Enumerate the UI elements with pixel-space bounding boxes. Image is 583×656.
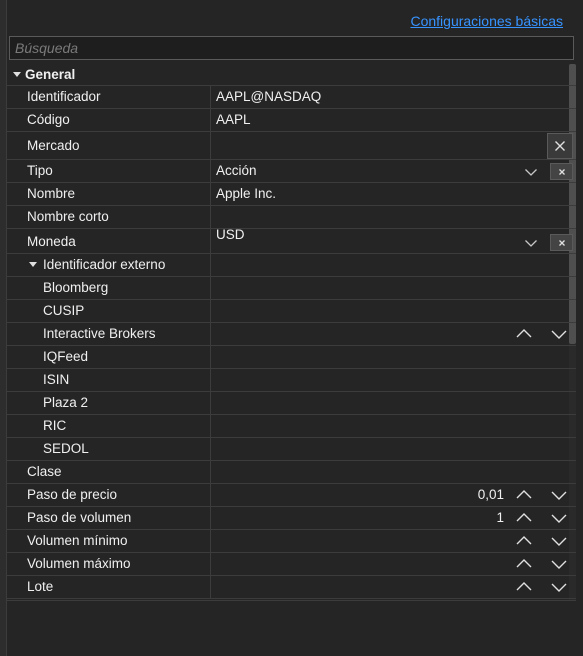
property-row-volumen-minimo[interactable]: Volumen mínimo [7, 530, 576, 553]
clear-button[interactable] [550, 163, 573, 180]
property-row-paso-volumen[interactable]: Paso de volumen 1 [7, 507, 576, 530]
clear-button[interactable] [550, 234, 573, 251]
decrement-button[interactable] [551, 488, 567, 502]
property-row-cusip[interactable]: CUSIP [7, 300, 576, 323]
category-label: General [25, 67, 76, 82]
property-row-moneda[interactable]: Moneda USD [7, 227, 576, 254]
price-step-value[interactable]: 0,01 [478, 484, 504, 506]
property-group-identificador-externo[interactable]: Identificador externo [7, 254, 576, 277]
property-row-tipo[interactable]: Tipo Acción [7, 160, 576, 183]
property-grid: General Identificador AAPL@NASDAQ Código… [7, 64, 576, 599]
decrement-button[interactable] [551, 534, 567, 548]
chevron-up-icon [516, 329, 532, 338]
chevron-up-icon [516, 582, 532, 591]
property-row-codigo[interactable]: Código AAPL [7, 109, 576, 132]
property-row-plaza2[interactable]: Plaza 2 [7, 392, 576, 415]
chevron-down-icon [551, 560, 567, 569]
property-label: Tipo [27, 163, 53, 178]
property-row-nombre[interactable]: Nombre Apple Inc. [7, 183, 576, 206]
property-label: Moneda [27, 234, 76, 249]
category-general[interactable]: General [7, 64, 576, 86]
chevron-down-icon[interactable] [524, 236, 538, 250]
top-bar: Configuraciones básicas [7, 0, 583, 36]
increment-button[interactable] [516, 488, 532, 502]
close-icon [555, 141, 565, 151]
property-label: Paso de volumen [27, 510, 132, 525]
chevron-up-icon [516, 536, 532, 545]
property-row-interactive-brokers[interactable]: Interactive Brokers [7, 323, 576, 346]
decrement-button[interactable] [551, 557, 567, 571]
chevron-down-icon [551, 537, 567, 546]
increment-button[interactable] [516, 327, 532, 341]
property-label: Plaza 2 [43, 395, 89, 410]
property-label: ISIN [43, 372, 70, 387]
property-label: IQFeed [43, 349, 89, 364]
property-label: Nombre [27, 186, 76, 201]
property-label: CUSIP [43, 303, 85, 318]
decrement-button[interactable] [551, 580, 567, 594]
property-value[interactable]: AAPL [216, 109, 251, 131]
property-value[interactable]: AAPL@NASDAQ [216, 86, 321, 108]
type-select-value[interactable]: Acción [216, 160, 257, 182]
grid-bottom-border [7, 600, 576, 601]
property-row-identificador[interactable]: Identificador AAPL@NASDAQ [7, 86, 576, 109]
increment-button[interactable] [516, 534, 532, 548]
property-row-mercado[interactable]: Mercado [7, 132, 576, 160]
property-row-nombre-corto[interactable]: Nombre corto [7, 206, 576, 229]
property-row-paso-precio[interactable]: Paso de precio 0,01 [7, 484, 576, 507]
chevron-down-icon [551, 583, 567, 592]
currency-select-value[interactable]: USD [216, 224, 245, 246]
property-label: Código [27, 112, 70, 127]
property-label: Lote [27, 579, 54, 594]
caret-down-icon[interactable] [29, 262, 37, 267]
property-row-volumen-maximo[interactable]: Volumen máximo [7, 553, 576, 576]
decrement-button[interactable] [551, 511, 567, 525]
increment-button[interactable] [516, 557, 532, 571]
decrement-button[interactable] [551, 327, 567, 341]
volume-step-value[interactable]: 1 [496, 507, 504, 529]
property-label: Paso de precio [27, 487, 118, 502]
property-row-lote[interactable]: Lote [7, 576, 576, 599]
chevron-down-icon [551, 330, 567, 339]
property-label: Interactive Brokers [43, 326, 156, 341]
property-label: Bloomberg [43, 280, 109, 295]
close-icon [558, 239, 565, 246]
chevron-up-icon [516, 490, 532, 499]
increment-button[interactable] [516, 580, 532, 594]
property-row-iqfeed[interactable]: IQFeed [7, 346, 576, 369]
chevron-down-icon[interactable] [524, 165, 538, 179]
property-value[interactable]: Apple Inc. [216, 183, 276, 205]
clear-button[interactable] [547, 133, 573, 159]
property-row-ric[interactable]: RIC [7, 415, 576, 438]
increment-button[interactable] [516, 511, 532, 525]
property-row-bloomberg[interactable]: Bloomberg [7, 277, 576, 300]
property-label: SEDOL [43, 441, 89, 456]
property-row-clase[interactable]: Clase [7, 461, 576, 484]
property-label: Mercado [27, 138, 80, 153]
property-label: Volumen mínimo [27, 533, 128, 548]
property-label: Nombre corto [27, 209, 109, 224]
chevron-up-icon [516, 513, 532, 522]
basic-settings-link[interactable]: Configuraciones básicas [410, 13, 563, 29]
property-label: Clase [27, 464, 62, 479]
chevron-down-icon [551, 491, 567, 500]
search-input[interactable] [9, 36, 574, 60]
left-panel-edge [0, 0, 7, 656]
property-label: Identificador externo [43, 257, 166, 272]
property-label: RIC [43, 418, 67, 433]
caret-down-icon[interactable] [13, 72, 21, 77]
property-label: Identificador [27, 89, 101, 104]
property-label: Volumen máximo [27, 556, 131, 571]
chevron-up-icon [516, 559, 532, 568]
property-row-sedol[interactable]: SEDOL [7, 438, 576, 461]
property-row-isin[interactable]: ISIN [7, 369, 576, 392]
chevron-down-icon [551, 514, 567, 523]
close-icon [558, 168, 565, 175]
